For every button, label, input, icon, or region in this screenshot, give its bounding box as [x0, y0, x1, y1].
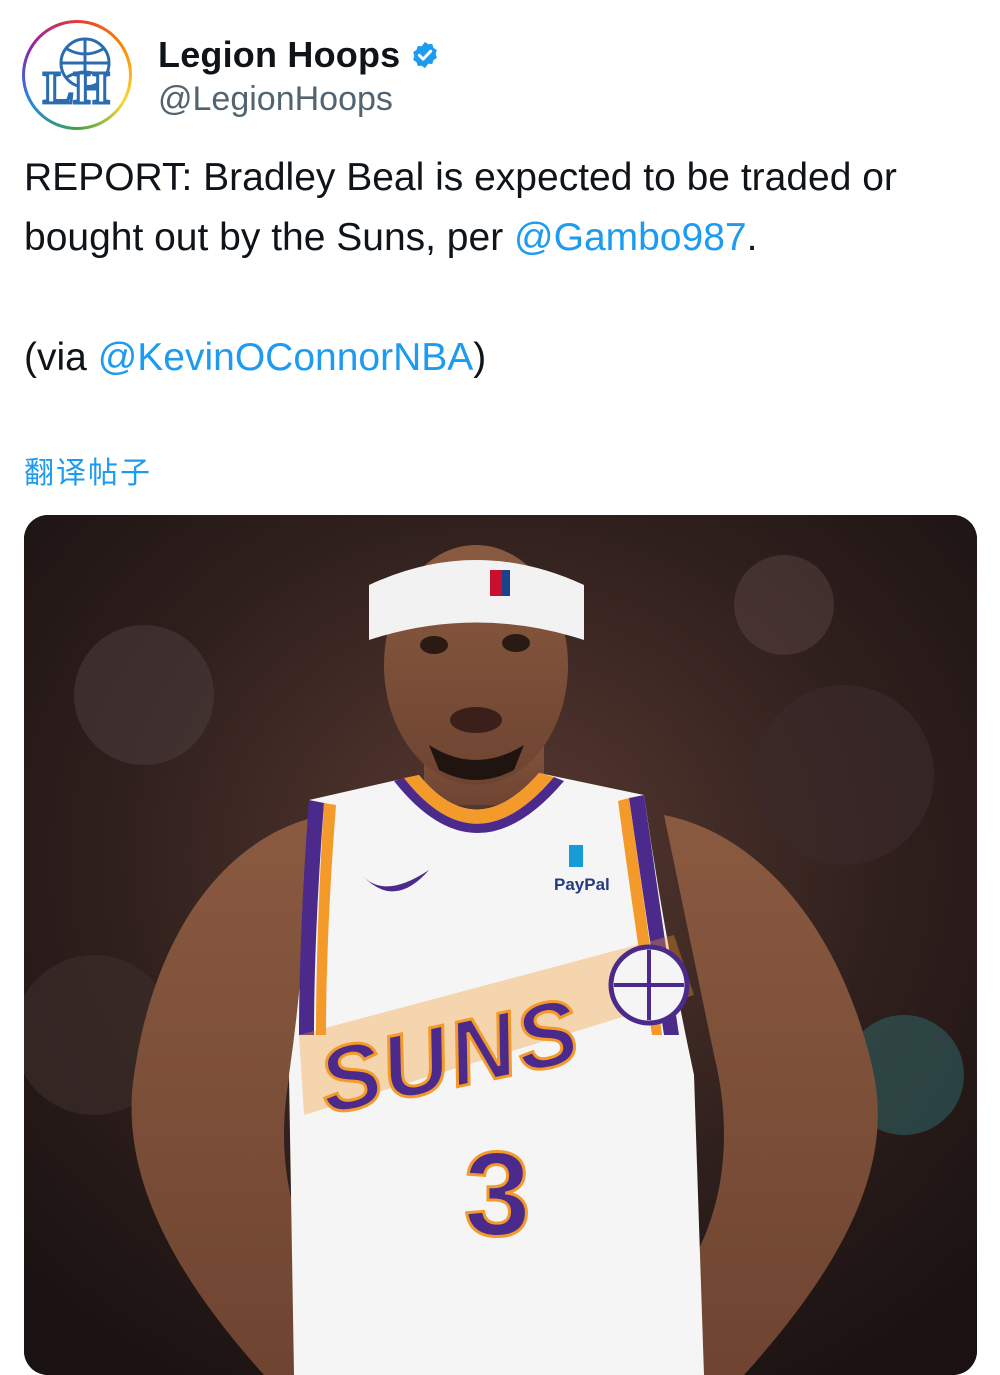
svg-text:LH: LH: [43, 62, 110, 113]
player-photo-illustration: PayPal SUNS 3: [24, 515, 977, 1375]
legion-hoops-logo-icon: LH: [27, 25, 127, 125]
display-name[interactable]: Legion Hoops: [158, 34, 400, 76]
tweet-header: LH Legion Hoops @LegionHoops: [22, 20, 982, 132]
tweet-body: REPORT: Bradley Beal is expected to be t…: [24, 148, 984, 388]
tweet-photo[interactable]: PayPal SUNS 3: [24, 515, 977, 1375]
mention-link[interactable]: @Gambo987: [514, 216, 747, 259]
tweet-paragraph: (via @KevinOConnorNBA): [24, 336, 487, 379]
translate-post-link[interactable]: 翻译帖子: [24, 448, 152, 492]
mention-link[interactable]: @KevinOConnorNBA: [98, 336, 474, 379]
svg-text:PayPal: PayPal: [554, 875, 610, 894]
avatar[interactable]: LH: [22, 20, 132, 130]
svg-text:3: 3: [464, 1127, 531, 1261]
verified-badge-icon: [413, 41, 438, 69]
tweet-paragraph: REPORT: Bradley Beal is expected to be t…: [24, 156, 897, 259]
user-handle[interactable]: @LegionHoops: [158, 80, 393, 119]
